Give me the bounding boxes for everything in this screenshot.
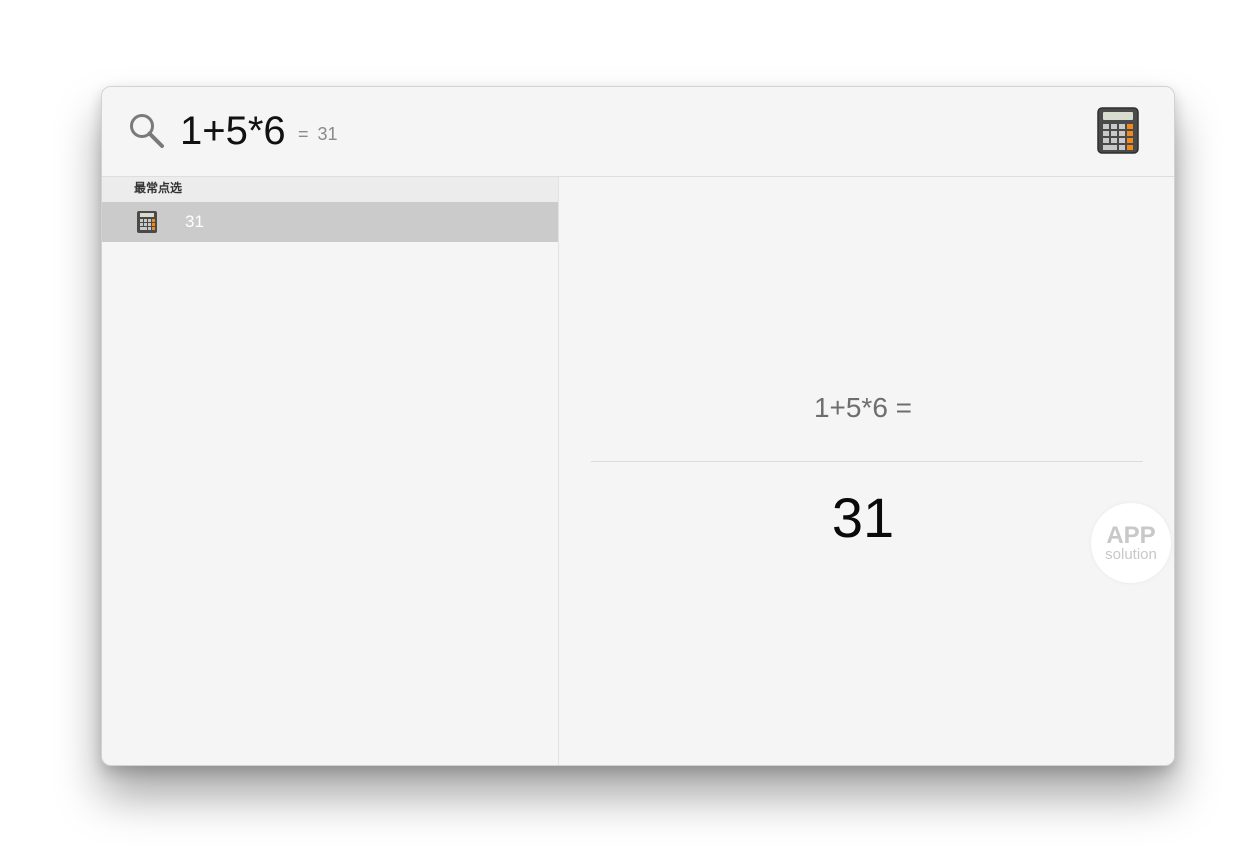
preview-answer: 31 <box>831 486 895 549</box>
inline-equals: = <box>298 124 309 144</box>
section-header: 最常点选 <box>102 177 558 202</box>
screen: 1+5*6 = 31 最常点选 31 1+5*6 = 31 APP soluti… <box>0 0 1250 855</box>
inline-result-value: 31 <box>317 124 338 144</box>
result-label: 31 <box>185 212 204 231</box>
inline-result: = 31 <box>298 122 338 146</box>
spotlight-window: 1+5*6 = 31 最常点选 31 1+5*6 = 31 <box>101 86 1175 766</box>
preview-divider <box>591 461 1143 462</box>
search-query[interactable]: 1+5*6 <box>180 107 286 155</box>
watermark-badge: APP solution <box>1091 503 1171 583</box>
search-bar[interactable]: 1+5*6 = 31 <box>102 87 1174 177</box>
calculator-icon <box>1097 107 1139 154</box>
results-sidebar: 最常点选 31 <box>102 177 559 765</box>
watermark-line2: solution <box>1105 546 1157 563</box>
preview-expression: 1+5*6 = <box>813 392 913 423</box>
result-row-calculator[interactable]: 31 <box>102 202 558 242</box>
watermark-line1: APP <box>1106 522 1156 549</box>
calculator-icon <box>137 211 157 233</box>
preview-pane: 1+5*6 = 31 <box>559 177 1174 765</box>
search-icon <box>130 114 164 148</box>
